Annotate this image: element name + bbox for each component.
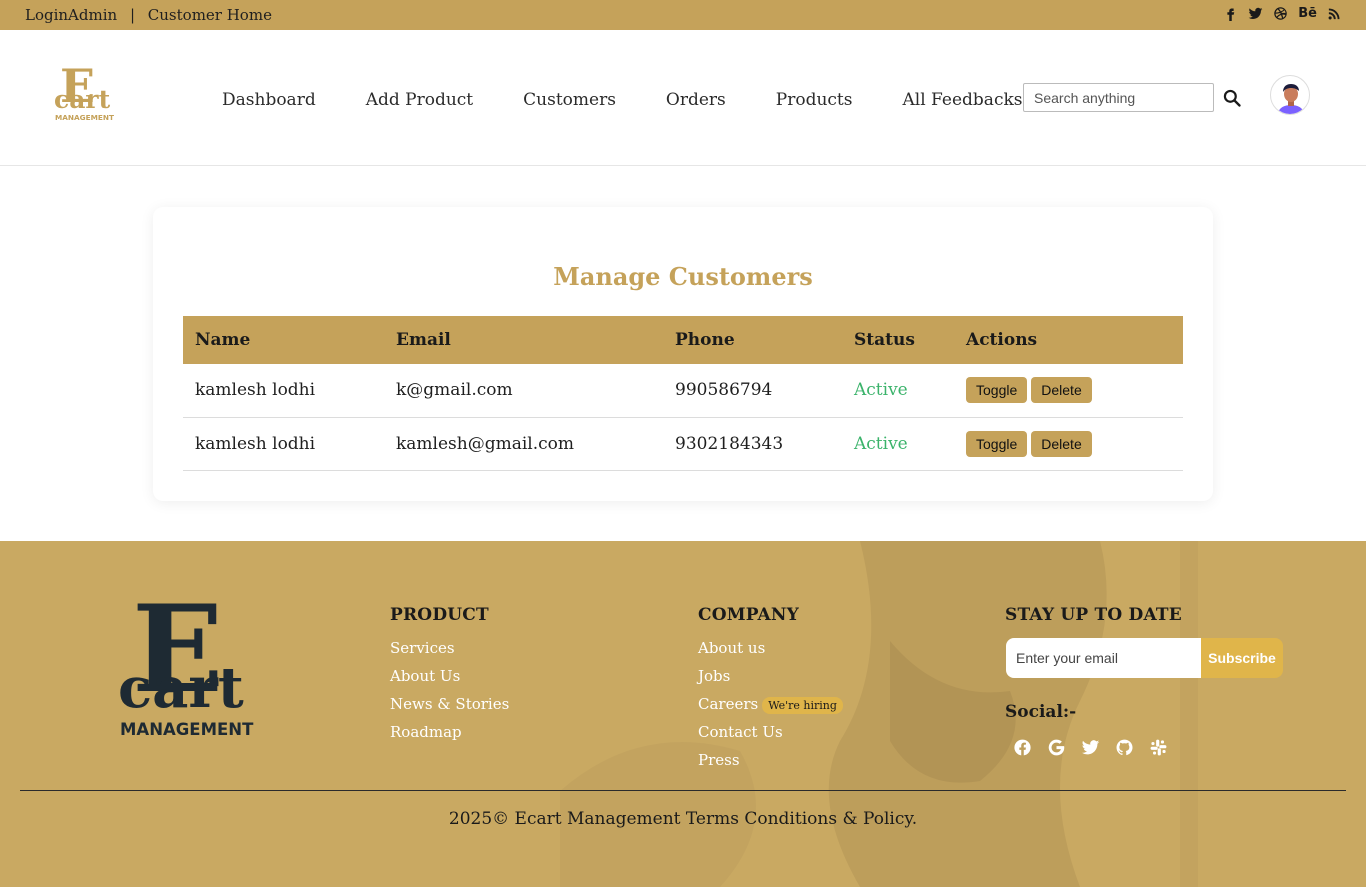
subscribe-button[interactable]: Subscribe [1201, 638, 1283, 678]
facebook-icon[interactable] [1223, 6, 1238, 21]
nav-orders[interactable]: Orders [666, 90, 726, 110]
user-avatar-icon [1277, 84, 1305, 114]
column-header-phone: Phone [675, 330, 735, 350]
footer-company-column: COMPANY About us Jobs Careers We're hirin… [698, 605, 843, 779]
svg-text:cart: cart [54, 85, 111, 114]
social-label: Social:- [1005, 702, 1077, 722]
footer-careers-item: Careers We're hiring [698, 695, 843, 723]
svg-text:MANAGEMENT: MANAGEMENT [120, 720, 254, 739]
footer-product-column: PRODUCT Services About Us News & Stories… [390, 605, 509, 751]
column-header-status: Status [854, 330, 915, 350]
manage-customers-card: Manage Customers Name Email Phone Status… [153, 207, 1213, 501]
table-header-row: Name Email Phone Status Actions [183, 316, 1183, 364]
hiring-badge: We're hiring [762, 697, 843, 714]
google-icon[interactable] [1047, 738, 1066, 757]
nav-customers[interactable]: Customers [523, 90, 616, 110]
status-badge: Active [854, 380, 908, 401]
twitter-icon[interactable] [1248, 6, 1263, 21]
footer-background-image [560, 541, 1198, 887]
copyright-text: 2025© Ecart Management Terms Conditions … [448, 809, 918, 829]
rss-icon[interactable] [1327, 6, 1342, 21]
delete-button[interactable]: Delete [1031, 430, 1092, 457]
table-row: kamlesh lodhi kamlesh@gmail.com 93021843… [183, 417, 1183, 470]
nav-all-feedbacks[interactable]: All Feedbacks [903, 90, 1023, 110]
column-header-actions: Actions [966, 330, 1038, 350]
footer-link-about-us[interactable]: About Us [390, 667, 509, 695]
avatar[interactable] [1270, 75, 1310, 115]
toggle-button[interactable]: Toggle [966, 430, 1028, 457]
column-header-email: Email [396, 330, 451, 350]
nav-add-product[interactable]: Add Product [366, 90, 473, 110]
footer-link-news-stories[interactable]: News & Stories [390, 695, 509, 723]
footer-link-contact-us[interactable]: Contact Us [698, 723, 843, 751]
subscribe-form: Subscribe [1006, 638, 1283, 678]
footer-divider [20, 790, 1346, 791]
site-footer: E cart MANAGEMENT PRODUCT Services About… [0, 541, 1366, 887]
nav-dashboard[interactable]: Dashboard [222, 90, 316, 110]
column-header-name: Name [195, 330, 251, 350]
twitter-icon[interactable] [1081, 738, 1100, 757]
page-title: Manage Customers [553, 262, 813, 291]
customer-phone: 9302184343 [675, 433, 784, 454]
customer-name: kamlesh lodhi [195, 380, 316, 401]
svg-text:cart: cart [118, 655, 244, 721]
main-header: E cart MANAGEMENT Dashboard Add Product … [0, 30, 1366, 166]
facebook-icon[interactable] [1013, 738, 1032, 757]
footer-link-jobs[interactable]: Jobs [698, 667, 843, 695]
footer-newsletter-column: STAY UP TO DATE [1005, 605, 1182, 639]
footer-company-heading: COMPANY [698, 605, 799, 625]
top-links: LoginAdmin | Customer Home [25, 6, 272, 24]
behance-icon[interactable]: Bē [1298, 6, 1317, 21]
svg-text:MANAGEMENT: MANAGEMENT [55, 113, 114, 122]
footer-newsletter-heading: STAY UP TO DATE [1005, 605, 1182, 625]
ecart-logo[interactable]: E cart MANAGEMENT [54, 56, 124, 126]
customer-phone: 990586794 [675, 380, 773, 401]
main-nav: Dashboard Add Product Customers Orders P… [222, 90, 1073, 110]
delete-button[interactable]: Delete [1031, 377, 1092, 404]
footer-link-services[interactable]: Services [390, 639, 509, 667]
footer-social-icons [1013, 738, 1168, 757]
login-admin-link[interactable]: LoginAdmin [25, 6, 117, 24]
top-separator: | [129, 6, 136, 24]
top-bar: LoginAdmin | Customer Home Bē [0, 0, 1366, 30]
github-icon[interactable] [1115, 738, 1134, 757]
top-social-icons: Bē [1223, 6, 1342, 21]
row-actions: Toggle Delete [954, 417, 1183, 470]
dribbble-icon[interactable] [1273, 6, 1288, 21]
customer-email: kamlesh@gmail.com [396, 433, 575, 454]
footer-link-careers[interactable]: Careers [698, 695, 758, 713]
customer-home-link[interactable]: Customer Home [148, 6, 272, 24]
footer-product-heading: PRODUCT [390, 605, 489, 625]
table-row: kamlesh lodhi k@gmail.com 990586794 Acti… [183, 364, 1183, 417]
customers-table: Name Email Phone Status Actions kamlesh … [183, 316, 1183, 471]
footer-link-about[interactable]: About us [698, 639, 843, 667]
footer-link-roadmap[interactable]: Roadmap [390, 723, 509, 751]
footer-link-press[interactable]: Press [698, 751, 843, 779]
ecart-footer-logo: E cart MANAGEMENT [118, 583, 254, 739]
status-badge: Active [854, 433, 908, 454]
search-icon[interactable] [1222, 88, 1242, 108]
email-field[interactable] [1006, 638, 1201, 678]
search-input[interactable] [1023, 83, 1214, 112]
customer-email: k@gmail.com [396, 380, 513, 401]
customer-name: kamlesh lodhi [195, 433, 316, 454]
row-actions: Toggle Delete [954, 364, 1183, 417]
toggle-button[interactable]: Toggle [966, 377, 1028, 404]
nav-products[interactable]: Products [776, 90, 853, 110]
slack-icon[interactable] [1149, 738, 1168, 757]
